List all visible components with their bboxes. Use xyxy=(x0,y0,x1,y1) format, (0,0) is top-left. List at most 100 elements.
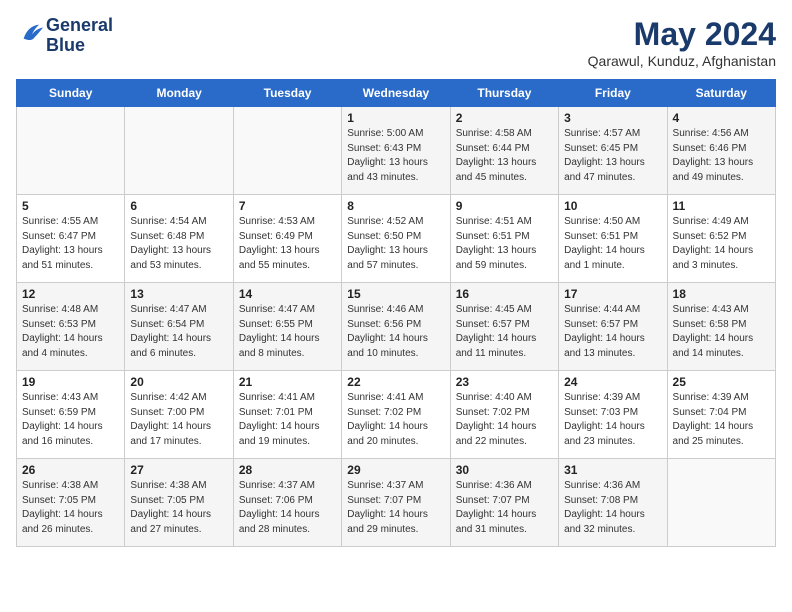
day-info: Sunrise: 4:43 AM Sunset: 6:58 PM Dayligh… xyxy=(673,303,770,361)
calendar-cell: 23 Sunrise: 4:40 AM Sunset: 7:02 PM Dayli… xyxy=(450,371,558,459)
day-number: 19 xyxy=(22,375,119,389)
calendar-week-row: 26 Sunrise: 4:38 AM Sunset: 7:05 PM Dayli… xyxy=(17,459,776,547)
calendar-cell: 8 Sunrise: 4:52 AM Sunset: 6:50 PM Daylig… xyxy=(342,195,450,283)
weekday-header-wednesday: Wednesday xyxy=(342,80,450,107)
calendar-cell: 25 Sunrise: 4:39 AM Sunset: 7:04 PM Dayli… xyxy=(667,371,775,459)
day-number: 3 xyxy=(564,111,661,125)
calendar-week-row: 1Sunrise: 5:00 AM Sunset: 6:43 PM Daylig… xyxy=(17,107,776,195)
day-info: Sunrise: 4:54 AM Sunset: 6:48 PM Dayligh… xyxy=(130,215,227,273)
day-info: Sunrise: 4:37 AM Sunset: 7:06 PM Dayligh… xyxy=(239,479,336,537)
day-info: Sunrise: 4:47 AM Sunset: 6:54 PM Dayligh… xyxy=(130,303,227,361)
calendar-cell: 7 Sunrise: 4:53 AM Sunset: 6:49 PM Daylig… xyxy=(233,195,341,283)
weekday-header-row: SundayMondayTuesdayWednesdayThursdayFrid… xyxy=(17,80,776,107)
day-number: 15 xyxy=(347,287,444,301)
calendar-week-row: 19 Sunrise: 4:43 AM Sunset: 6:59 PM Dayli… xyxy=(17,371,776,459)
page-header: General Blue May 2024 Qarawul, Kunduz, A… xyxy=(16,16,776,69)
calendar-cell: 16Sunrise: 4:45 AM Sunset: 6:57 PM Dayli… xyxy=(450,283,558,371)
day-number: 21 xyxy=(239,375,336,389)
day-info: Sunrise: 4:36 AM Sunset: 7:07 PM Dayligh… xyxy=(456,479,553,537)
day-info: Sunrise: 4:53 AM Sunset: 6:49 PM Dayligh… xyxy=(239,215,336,273)
calendar-cell: 3 Sunrise: 4:57 AM Sunset: 6:45 PM Daylig… xyxy=(559,107,667,195)
weekday-header-tuesday: Tuesday xyxy=(233,80,341,107)
calendar-cell: 19 Sunrise: 4:43 AM Sunset: 6:59 PM Dayli… xyxy=(17,371,125,459)
day-info: Sunrise: 4:39 AM Sunset: 7:04 PM Dayligh… xyxy=(673,391,770,449)
calendar-cell: 12 Sunrise: 4:48 AM Sunset: 6:53 PM Dayli… xyxy=(17,283,125,371)
day-number: 30 xyxy=(456,463,553,477)
day-number: 6 xyxy=(130,199,227,213)
day-info: Sunrise: 4:43 AM Sunset: 6:59 PM Dayligh… xyxy=(22,391,119,449)
weekday-header-thursday: Thursday xyxy=(450,80,558,107)
logo-text: General Blue xyxy=(46,16,113,56)
calendar-cell: 9 Sunrise: 4:51 AM Sunset: 6:51 PM Daylig… xyxy=(450,195,558,283)
day-info: Sunrise: 4:51 AM Sunset: 6:51 PM Dayligh… xyxy=(456,215,553,273)
calendar-cell xyxy=(17,107,125,195)
logo-icon xyxy=(18,19,46,47)
day-number: 10 xyxy=(564,199,661,213)
day-number: 25 xyxy=(673,375,770,389)
day-number: 7 xyxy=(239,199,336,213)
weekday-header-sunday: Sunday xyxy=(17,80,125,107)
calendar-week-row: 5Sunrise: 4:55 AM Sunset: 6:47 PM Daylig… xyxy=(17,195,776,283)
day-info: Sunrise: 4:48 AM Sunset: 6:53 PM Dayligh… xyxy=(22,303,119,361)
calendar-cell: 29Sunrise: 4:37 AM Sunset: 7:07 PM Dayli… xyxy=(342,459,450,547)
calendar-cell xyxy=(125,107,233,195)
calendar-cell: 30 Sunrise: 4:36 AM Sunset: 7:07 PM Dayli… xyxy=(450,459,558,547)
calendar-cell: 6 Sunrise: 4:54 AM Sunset: 6:48 PM Daylig… xyxy=(125,195,233,283)
day-number: 2 xyxy=(456,111,553,125)
calendar-cell: 15 Sunrise: 4:46 AM Sunset: 6:56 PM Dayli… xyxy=(342,283,450,371)
day-info: Sunrise: 4:50 AM Sunset: 6:51 PM Dayligh… xyxy=(564,215,661,273)
calendar-body: 1Sunrise: 5:00 AM Sunset: 6:43 PM Daylig… xyxy=(17,107,776,547)
day-number: 29 xyxy=(347,463,444,477)
calendar-week-row: 12 Sunrise: 4:48 AM Sunset: 6:53 PM Dayli… xyxy=(17,283,776,371)
weekday-header-friday: Friday xyxy=(559,80,667,107)
calendar-cell: 20Sunrise: 4:42 AM Sunset: 7:00 PM Dayli… xyxy=(125,371,233,459)
calendar-cell: 11Sunrise: 4:49 AM Sunset: 6:52 PM Dayli… xyxy=(667,195,775,283)
day-number: 8 xyxy=(347,199,444,213)
calendar-cell xyxy=(233,107,341,195)
weekday-header-monday: Monday xyxy=(125,80,233,107)
day-number: 16 xyxy=(456,287,553,301)
weekday-header-saturday: Saturday xyxy=(667,80,775,107)
day-info: Sunrise: 4:47 AM Sunset: 6:55 PM Dayligh… xyxy=(239,303,336,361)
day-number: 14 xyxy=(239,287,336,301)
calendar-cell: 5Sunrise: 4:55 AM Sunset: 6:47 PM Daylig… xyxy=(17,195,125,283)
calendar-cell: 27Sunrise: 4:38 AM Sunset: 7:05 PM Dayli… xyxy=(125,459,233,547)
day-number: 26 xyxy=(22,463,119,477)
calendar-cell: 26 Sunrise: 4:38 AM Sunset: 7:05 PM Dayli… xyxy=(17,459,125,547)
calendar-header: SundayMondayTuesdayWednesdayThursdayFrid… xyxy=(17,80,776,107)
calendar-cell: 24 Sunrise: 4:39 AM Sunset: 7:03 PM Dayli… xyxy=(559,371,667,459)
day-info: Sunrise: 4:55 AM Sunset: 6:47 PM Dayligh… xyxy=(22,215,119,273)
calendar-cell xyxy=(667,459,775,547)
day-info: Sunrise: 4:40 AM Sunset: 7:02 PM Dayligh… xyxy=(456,391,553,449)
day-number: 17 xyxy=(564,287,661,301)
calendar-cell: 22Sunrise: 4:41 AM Sunset: 7:02 PM Dayli… xyxy=(342,371,450,459)
day-info: Sunrise: 4:46 AM Sunset: 6:56 PM Dayligh… xyxy=(347,303,444,361)
calendar-cell: 28Sunrise: 4:37 AM Sunset: 7:06 PM Dayli… xyxy=(233,459,341,547)
calendar-cell: 18 Sunrise: 4:43 AM Sunset: 6:58 PM Dayli… xyxy=(667,283,775,371)
day-info: Sunrise: 4:49 AM Sunset: 6:52 PM Dayligh… xyxy=(673,215,770,273)
day-number: 20 xyxy=(130,375,227,389)
day-info: Sunrise: 4:52 AM Sunset: 6:50 PM Dayligh… xyxy=(347,215,444,273)
day-number: 9 xyxy=(456,199,553,213)
day-info: Sunrise: 4:58 AM Sunset: 6:44 PM Dayligh… xyxy=(456,127,553,185)
day-info: Sunrise: 4:38 AM Sunset: 7:05 PM Dayligh… xyxy=(22,479,119,537)
day-info: Sunrise: 4:41 AM Sunset: 7:02 PM Dayligh… xyxy=(347,391,444,449)
day-number: 12 xyxy=(22,287,119,301)
day-number: 18 xyxy=(673,287,770,301)
calendar-cell: 4Sunrise: 4:56 AM Sunset: 6:46 PM Daylig… xyxy=(667,107,775,195)
month-title: May 2024 xyxy=(588,16,776,53)
day-info: Sunrise: 4:39 AM Sunset: 7:03 PM Dayligh… xyxy=(564,391,661,449)
day-info: Sunrise: 4:57 AM Sunset: 6:45 PM Dayligh… xyxy=(564,127,661,185)
calendar-cell: 13Sunrise: 4:47 AM Sunset: 6:54 PM Dayli… xyxy=(125,283,233,371)
day-number: 23 xyxy=(456,375,553,389)
calendar-cell: 14 Sunrise: 4:47 AM Sunset: 6:55 PM Dayli… xyxy=(233,283,341,371)
day-number: 24 xyxy=(564,375,661,389)
day-info: Sunrise: 4:41 AM Sunset: 7:01 PM Dayligh… xyxy=(239,391,336,449)
calendar-cell: 21 Sunrise: 4:41 AM Sunset: 7:01 PM Dayli… xyxy=(233,371,341,459)
day-info: Sunrise: 4:38 AM Sunset: 7:05 PM Dayligh… xyxy=(130,479,227,537)
day-number: 1 xyxy=(347,111,444,125)
title-block: May 2024 Qarawul, Kunduz, Afghanistan xyxy=(588,16,776,69)
calendar-cell: 2 Sunrise: 4:58 AM Sunset: 6:44 PM Daylig… xyxy=(450,107,558,195)
calendar-cell: 17Sunrise: 4:44 AM Sunset: 6:57 PM Dayli… xyxy=(559,283,667,371)
calendar-cell: 1Sunrise: 5:00 AM Sunset: 6:43 PM Daylig… xyxy=(342,107,450,195)
